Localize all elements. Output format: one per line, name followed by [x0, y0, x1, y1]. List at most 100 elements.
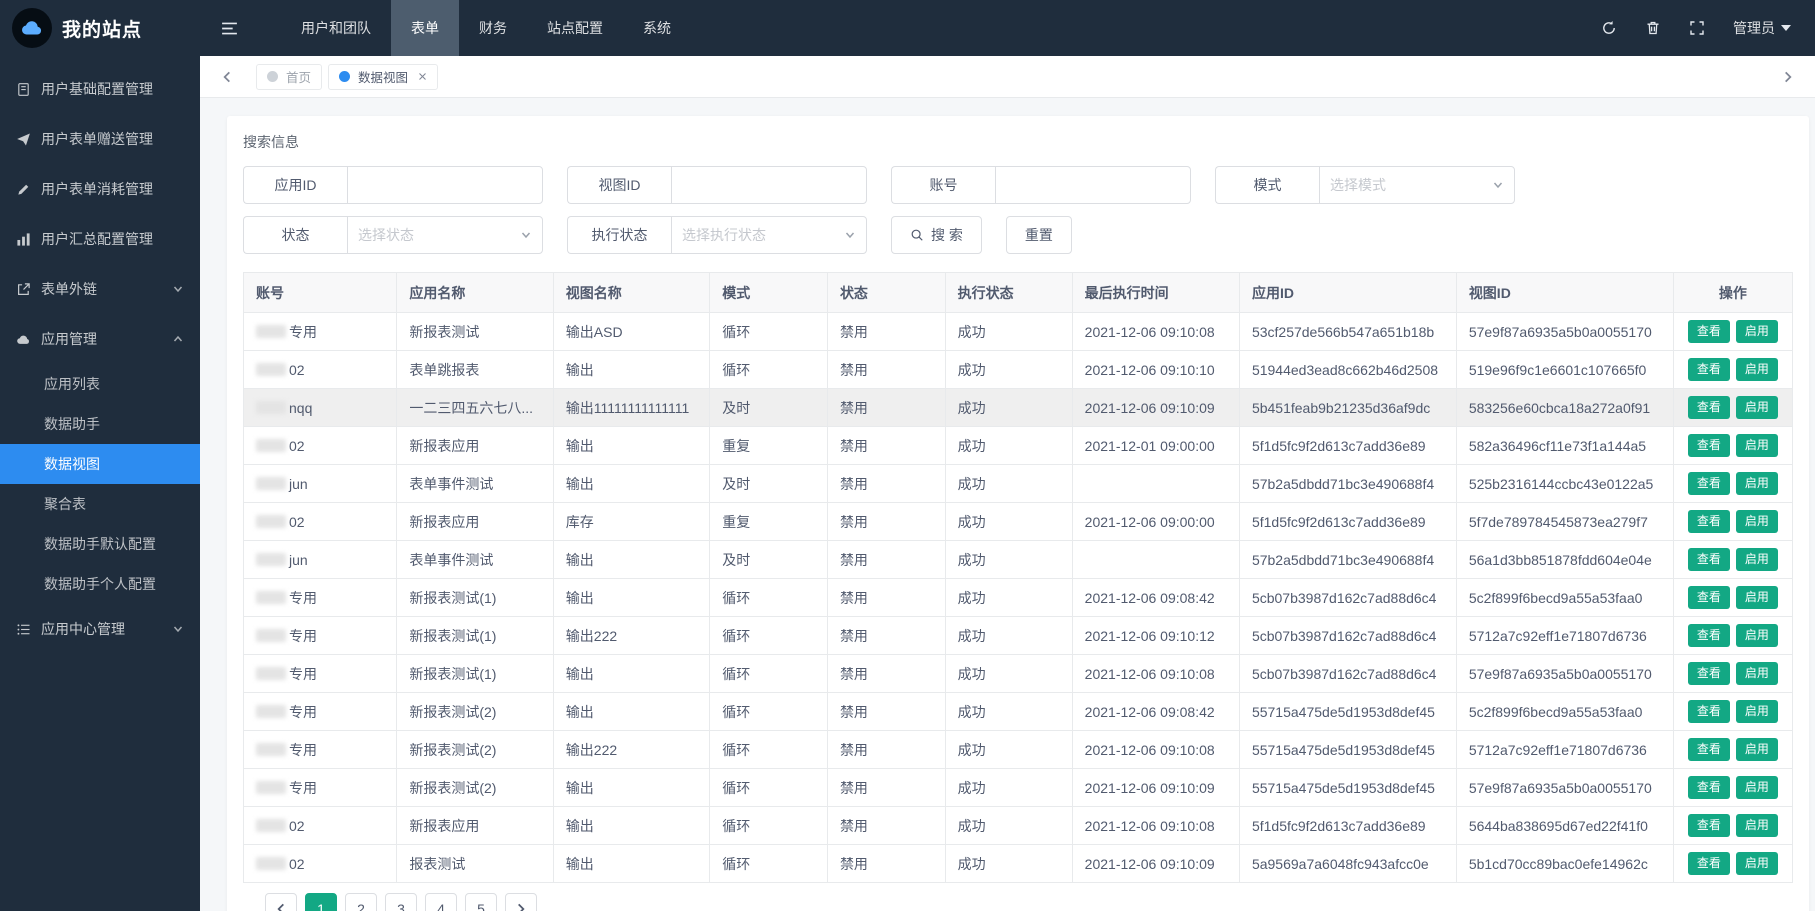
main-card: 搜索信息 应用ID视图ID账号模式选择模式 状态选择状态执行状态选择执行状态 搜… — [227, 116, 1809, 911]
open-tabs: 首页数据视图 — [256, 64, 1773, 90]
tabs-scroll-left-icon[interactable] — [212, 56, 242, 98]
pen-icon — [16, 182, 31, 197]
top-nav-item[interactable]: 财务 — [459, 0, 527, 56]
view-button[interactable]: 查看 — [1688, 814, 1730, 836]
page-button[interactable]: 5 — [465, 893, 497, 911]
account-suffix: 专用 — [289, 780, 317, 796]
enable-button[interactable]: 启用 — [1736, 852, 1778, 874]
sidebar-item-label: 应用中心管理 — [41, 619, 125, 639]
chevron-down-icon — [844, 229, 856, 241]
tab-首页[interactable]: 首页 — [256, 64, 322, 90]
sidebar-item[interactable]: 用户表单消耗管理 — [0, 164, 200, 214]
top-nav-item[interactable]: 用户和团队 — [281, 0, 391, 56]
cell-account: 02 — [244, 427, 397, 465]
page-button[interactable]: 4 — [425, 893, 457, 911]
tab-数据视图[interactable]: 数据视图 — [328, 64, 438, 90]
top-nav-item[interactable]: 表单 — [391, 0, 459, 56]
view-button[interactable]: 查看 — [1688, 548, 1730, 570]
enable-button[interactable]: 启用 — [1736, 548, 1778, 570]
tabs-scroll-right-icon[interactable] — [1773, 56, 1803, 98]
trash-icon[interactable] — [1645, 20, 1661, 36]
fullscreen-icon[interactable] — [1689, 20, 1705, 36]
enable-button[interactable]: 启用 — [1736, 358, 1778, 380]
field-select[interactable]: 选择执行状态 — [671, 216, 867, 254]
enable-button[interactable]: 启用 — [1736, 776, 1778, 798]
admin-menu[interactable]: 管理员 — [1733, 18, 1791, 38]
pagination-next-icon[interactable] — [505, 893, 537, 911]
tab-dot — [267, 71, 278, 82]
menu-toggle-icon[interactable] — [220, 19, 239, 38]
sidebar-subitem[interactable]: 数据助手 — [0, 404, 200, 444]
enable-button[interactable]: 启用 — [1736, 472, 1778, 494]
field-input[interactable] — [347, 166, 543, 204]
search-button[interactable]: 搜 索 — [891, 216, 982, 254]
close-icon[interactable] — [418, 72, 427, 81]
search-row-2-fields: 状态选择状态执行状态选择执行状态 — [243, 216, 867, 254]
cell-last-exec-time: 2021-12-06 09:10:12 — [1072, 617, 1239, 655]
view-button[interactable]: 查看 — [1688, 662, 1730, 684]
enable-button[interactable]: 启用 — [1736, 662, 1778, 684]
column-header: 应用ID — [1239, 273, 1456, 313]
enable-button[interactable]: 启用 — [1736, 396, 1778, 418]
field-select[interactable]: 选择模式 — [1319, 166, 1515, 204]
view-button[interactable]: 查看 — [1688, 700, 1730, 722]
cell-app-name: 表单事件测试 — [397, 541, 553, 579]
reset-button[interactable]: 重置 — [1006, 216, 1072, 254]
view-button[interactable]: 查看 — [1688, 396, 1730, 418]
view-button[interactable]: 查看 — [1688, 320, 1730, 342]
sidebar-item[interactable]: 应用管理 — [0, 314, 200, 364]
enable-button[interactable]: 启用 — [1736, 434, 1778, 456]
logo: 我的站点 — [0, 0, 200, 56]
sidebar-subitem[interactable]: 应用列表 — [0, 364, 200, 404]
cell-app-name: 一二三四五六七八... — [397, 389, 553, 427]
cell-app-id: 55715a475de5d1953d8def45 — [1239, 731, 1456, 769]
sidebar-subitem[interactable]: 数据助手默认配置 — [0, 524, 200, 564]
top-nav-item[interactable]: 系统 — [623, 0, 691, 56]
chevron-down-icon — [520, 229, 532, 241]
enable-button[interactable]: 启用 — [1736, 700, 1778, 722]
cell-mode: 及时 — [710, 541, 828, 579]
view-button[interactable]: 查看 — [1688, 738, 1730, 760]
sidebar-subitem[interactable]: 聚合表 — [0, 484, 200, 524]
view-button[interactable]: 查看 — [1688, 624, 1730, 646]
redacted-blur — [256, 705, 286, 718]
cell-actions: 查看启用 — [1673, 693, 1792, 731]
field-input[interactable] — [671, 166, 867, 204]
field-label: 应用ID — [243, 166, 347, 204]
enable-button[interactable]: 启用 — [1736, 320, 1778, 342]
select-placeholder: 选择状态 — [358, 225, 414, 245]
sidebar-item-label: 用户汇总配置管理 — [41, 229, 153, 249]
sidebar-item[interactable]: 应用中心管理 — [0, 604, 200, 654]
top-nav-item[interactable]: 站点配置 — [527, 0, 623, 56]
sidebar-item[interactable]: 表单外链 — [0, 264, 200, 314]
enable-button[interactable]: 启用 — [1736, 814, 1778, 836]
redacted-blur — [256, 553, 286, 566]
pagination-prev-icon[interactable] — [265, 893, 297, 911]
view-button[interactable]: 查看 — [1688, 586, 1730, 608]
enable-button[interactable]: 启用 — [1736, 510, 1778, 532]
refresh-icon[interactable] — [1601, 20, 1617, 36]
field-input[interactable] — [995, 166, 1191, 204]
cell-view-name: 输出 — [553, 769, 709, 807]
page-button[interactable]: 2 — [345, 893, 377, 911]
sidebar-item[interactable]: 用户基础配置管理 — [0, 64, 200, 114]
view-button[interactable]: 查看 — [1688, 434, 1730, 456]
page-button[interactable]: 3 — [385, 893, 417, 911]
view-button[interactable]: 查看 — [1688, 776, 1730, 798]
sidebar-subitem[interactable]: 数据视图 — [0, 444, 200, 484]
chevron-left-icon — [274, 902, 288, 911]
cell-app-id: 5b451feab9b21235d36af9dc — [1239, 389, 1456, 427]
field-select[interactable]: 选择状态 — [347, 216, 543, 254]
enable-button[interactable]: 启用 — [1736, 586, 1778, 608]
view-button[interactable]: 查看 — [1688, 358, 1730, 380]
sidebar-subitem[interactable]: 数据助手个人配置 — [0, 564, 200, 604]
view-button[interactable]: 查看 — [1688, 852, 1730, 874]
view-button[interactable]: 查看 — [1688, 510, 1730, 532]
enable-button[interactable]: 启用 — [1736, 738, 1778, 760]
sidebar-item[interactable]: 用户汇总配置管理 — [0, 214, 200, 264]
sidebar-item[interactable]: 用户表单赠送管理 — [0, 114, 200, 164]
view-button[interactable]: 查看 — [1688, 472, 1730, 494]
cell-app-name: 新报表测试 — [397, 313, 553, 351]
enable-button[interactable]: 启用 — [1736, 624, 1778, 646]
page-button[interactable]: 1 — [305, 893, 337, 911]
